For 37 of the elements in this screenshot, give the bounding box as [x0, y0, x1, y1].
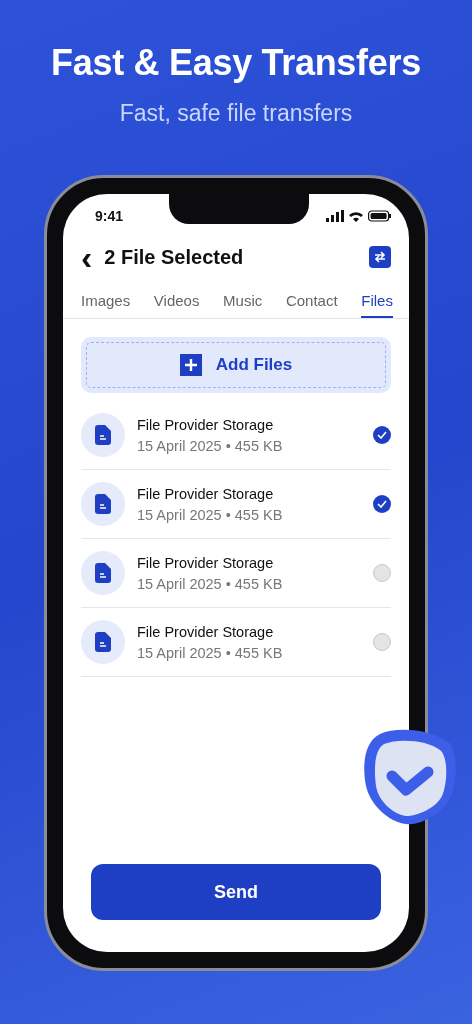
file-icon — [81, 620, 125, 664]
tab[interactable]: Videos — [153, 292, 200, 318]
file-icon — [81, 551, 125, 595]
signal-icon — [326, 210, 344, 222]
tab[interactable]: Contact — [285, 292, 338, 318]
add-files-button[interactable]: Add Files — [81, 337, 391, 393]
screen-title: 2 File Selected — [104, 245, 245, 269]
battery-icon — [368, 210, 391, 222]
file-icon — [81, 413, 125, 457]
file-meta: 15 April 2025 • 455 KB — [137, 506, 284, 523]
plus-icon — [179, 354, 202, 376]
select-checkbox[interactable] — [373, 495, 391, 513]
file-name: File Provider Storage — [137, 554, 275, 571]
tab[interactable]: Music — [223, 292, 263, 318]
shield-check-icon — [362, 728, 458, 826]
file-meta: 15 April 2025 • 455 KB — [137, 644, 284, 661]
tab[interactable]: Images — [81, 292, 131, 318]
file-meta: 15 April 2025 • 455 KB — [137, 575, 284, 592]
file-name: File Provider Storage — [137, 416, 275, 433]
swap-arrows-icon — [373, 251, 387, 263]
back-button[interactable]: ‹ — [81, 244, 93, 270]
file-name: File Provider Storage — [137, 623, 275, 640]
file-meta: 15 April 2025 • 455 KB — [137, 437, 284, 454]
select-checkbox[interactable] — [373, 426, 391, 444]
checkmark-icon — [377, 431, 387, 439]
send-button[interactable]: Send — [91, 864, 381, 920]
tab[interactable]: Files — [361, 292, 393, 318]
wifi-icon — [349, 210, 363, 222]
select-checkbox[interactable] — [373, 564, 391, 582]
swap-button[interactable] — [369, 246, 391, 268]
file-icon — [81, 482, 125, 526]
file-name: File Provider Storage — [137, 485, 275, 502]
subtitle: Fast, safe file transfers — [119, 100, 353, 127]
checkmark-icon — [377, 500, 387, 508]
headline: Fast & Easy Transfers — [51, 42, 421, 84]
select-checkbox[interactable] — [373, 633, 391, 651]
status-time: 9:41 — [95, 208, 124, 224]
